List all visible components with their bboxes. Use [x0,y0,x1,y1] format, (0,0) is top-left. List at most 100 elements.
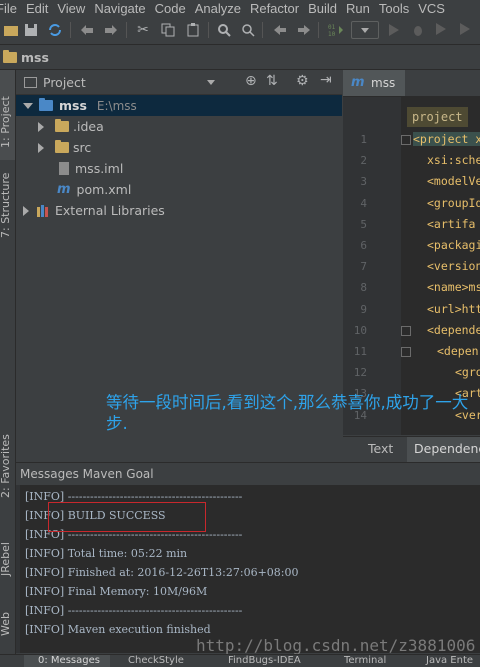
tree-item-mss[interactable]: mss E:\mss [16,95,342,116]
view-dropdown-icon[interactable] [207,80,215,85]
menu-view[interactable]: View [57,1,85,16]
console-line: [INFO] Maven execution finished [25,623,211,636]
tool-window-bar: 0: Messages CheckStyle FindBugs-IDEA Ter… [0,654,480,667]
project-tool-tab[interactable]: 1: Project [0,70,15,160]
tree-item-mss-iml[interactable]: mss.iml [16,158,342,179]
menu-vcs[interactable]: VCS [418,1,445,16]
find-icon[interactable] [214,20,234,40]
replace-icon[interactable] [238,20,258,40]
run-config-dropdown[interactable] [351,21,379,39]
sync-icon[interactable] [45,20,65,40]
line-number: 3 [360,175,367,189]
tool-tab-messages[interactable]: 0: Messages [24,655,110,667]
tree-item-label: mss.iml [75,161,124,176]
save-icon[interactable] [21,20,41,40]
tree-item-label: src [73,140,92,155]
code-line: xsi:sche [427,153,480,168]
hide-panel-icon[interactable]: ⇥ [320,72,332,88]
annotation-text: 等待一段时间后,看到这个,那么恭喜你,成功了一大步. [106,393,469,433]
tab-dependencies[interactable]: Dependenc [407,437,480,462]
toolbar-separator [262,22,263,38]
tree-item-idea[interactable]: .idea [16,116,342,137]
favorites-tool-tab[interactable]: 2: Favorites [0,434,15,502]
tab-dependencies-label: Dependenc [414,441,480,456]
expand-arrow-icon[interactable] [38,121,44,132]
menu-analyze[interactable]: Analyze [195,1,241,16]
menu-file[interactable]: File [0,1,17,16]
undo-icon[interactable] [77,20,97,40]
line-number: 1 [360,133,367,146]
collapse-all-icon[interactable]: ⇅ [266,73,278,89]
messages-panel-title: Messages Maven Goal [20,467,154,481]
code-line: <depen [437,344,479,358]
folder-icon [3,49,17,63]
console-gutter [16,485,20,653]
menu-navigate[interactable]: Navigate [94,1,145,16]
tool-tab-java-enterprise[interactable]: Java Ente [426,655,473,666]
scroll-from-source-icon[interactable]: ⊕ [245,73,257,89]
settings-gear-icon[interactable]: ⚙ [296,73,309,89]
editor-tab-mss[interactable]: m mss [343,70,405,96]
watermark: http://blog.csdn.net/z3881006 [196,636,476,655]
line-number: 6 [360,239,367,252]
web-tool-tab[interactable]: Web [0,596,15,642]
fold-marker-icon[interactable] [401,135,411,145]
maven-file-icon: m [57,182,71,197]
debug-icon[interactable] [408,20,428,40]
menu-build[interactable]: Build [308,1,337,16]
expand-arrow-icon[interactable] [23,205,29,216]
jrebel-tool-tab[interactable]: JRebel [0,530,15,580]
forward-icon[interactable] [294,20,314,40]
favorites-tool-label: 2: Favorites [0,434,12,498]
project-tool-label: 1: Project [0,96,12,148]
folder-icon [55,140,69,153]
breadcrumb[interactable]: project [407,107,468,127]
tree-item-pom-xml[interactable]: m pom.xml [16,179,342,200]
cut-icon[interactable]: ✂ [133,20,153,40]
expand-arrow-icon[interactable] [38,142,44,153]
paste-icon[interactable] [183,20,203,40]
open-icon[interactable] [1,20,21,40]
redo-icon[interactable] [101,20,121,40]
line-number: 4 [360,196,367,210]
coverage-icon[interactable] [432,20,452,40]
fold-marker-icon[interactable] [401,325,411,336]
tab-text[interactable]: Text [343,437,407,462]
code-line: <url>htt [427,301,480,316]
toolbar-separator [126,22,127,38]
tree-item-label: External Libraries [55,203,165,218]
tool-tab-terminal[interactable]: Terminal [344,655,386,666]
back-icon[interactable] [270,20,290,40]
fold-marker-icon[interactable] [401,347,411,357]
toolbar-separator [70,22,71,38]
maven-file-icon: m [351,75,365,90]
nav-project-name[interactable]: mss [21,50,49,65]
tool-tab-findbugs[interactable]: FindBugs-IDEA [228,655,301,666]
line-number: 10 [353,323,367,337]
tree-item-src[interactable]: src [16,137,342,158]
menu-refactor[interactable]: Refactor [250,1,299,16]
jrebel-tool-label: JRebel [0,542,12,576]
line-number: 11 [353,345,367,358]
copy-icon[interactable] [158,20,178,40]
menu-edit[interactable]: Edit [26,1,48,16]
editor-tab-label: mss [371,76,396,90]
menu-code[interactable]: Code [155,1,186,16]
structure-tool-tab[interactable]: 7: Structure [0,164,15,244]
tool-tab-checkstyle[interactable]: CheckStyle [128,655,184,666]
profile-icon[interactable] [456,20,476,40]
menu-tools[interactable]: Tools [379,1,409,16]
run-icon[interactable] [384,20,404,40]
line-number: 8 [360,281,367,295]
expand-arrow-icon[interactable] [23,102,33,109]
tree-item-external-libraries[interactable]: External Libraries [16,200,342,221]
build-icon[interactable]: 01 10 [326,20,346,40]
code-editor[interactable]: project <project x xsi:sche <modelVe <group… [343,97,480,435]
editor-bottom-tabs: Text Dependenc [343,436,480,462]
libraries-icon [37,205,48,217]
code-line: <groupId [427,195,480,210]
console-line: [INFO] Final Memory: 10M/96M [25,585,208,598]
project-panel-title[interactable]: Project [43,75,86,90]
menu-run[interactable]: Run [346,1,370,16]
line-number: 2 [360,154,367,168]
